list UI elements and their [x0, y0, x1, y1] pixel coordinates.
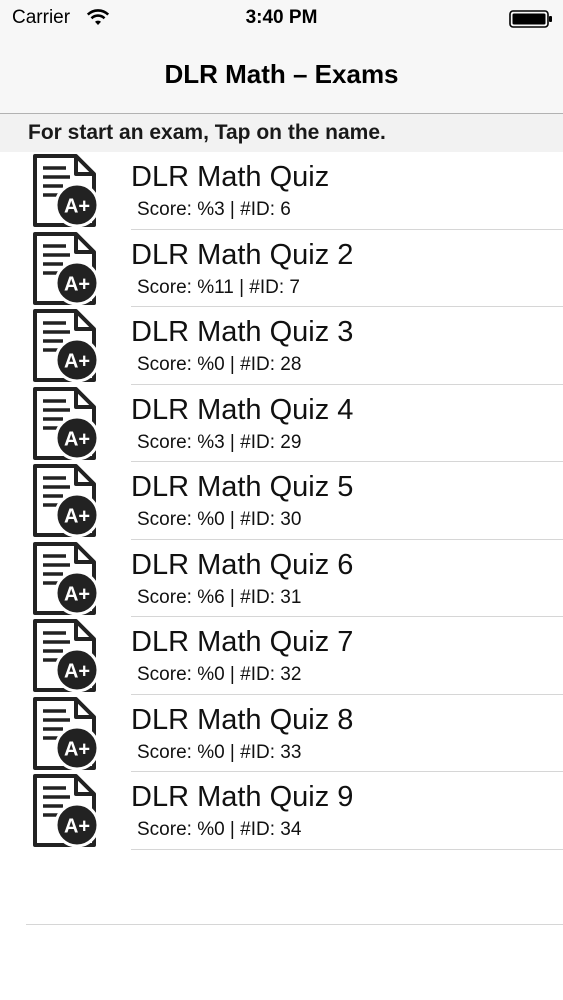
exam-name: DLR Math Quiz [131, 161, 330, 193]
exam-score-id: Score: %6 | #ID: 31 [137, 586, 302, 608]
exam-document-icon: A+ [33, 464, 100, 538]
exam-list-item[interactable]: A+ DLR Math Quiz Score: %3 | #ID: 6 [0, 152, 563, 230]
exam-name: DLR Math Quiz 7 [131, 626, 354, 658]
exam-list: A+ DLR Math Quiz Score: %3 | #ID: 6 A+ D… [0, 152, 563, 850]
battery-icon [509, 10, 552, 28]
clock-time: 3:40 PM [245, 7, 318, 28]
grade-badge-text: A+ [64, 428, 90, 450]
grade-badge-text: A+ [64, 661, 90, 683]
grade-badge-text: A+ [64, 738, 90, 760]
exam-name: DLR Math Quiz 6 [131, 548, 354, 581]
exam-document-icon: A+ [33, 154, 100, 228]
grade-badge-text: A+ [64, 196, 90, 218]
exam-document-icon: A+ [33, 309, 100, 383]
exam-document-icon: A+ [33, 619, 100, 693]
exam-list-item[interactable]: A+ DLR Math Quiz 8 Score: %0 | #ID: 33 [0, 695, 563, 772]
exam-name: DLR Math Quiz 4 [131, 393, 354, 426]
grade-badge-text: A+ [64, 273, 90, 295]
exam-list-item[interactable]: A+ DLR Math Quiz 3 Score: %0 | #ID: 28 [0, 307, 563, 385]
exam-name: DLR Math Quiz 5 [131, 471, 354, 503]
exam-score-id: Score: %3 | #ID: 6 [137, 199, 291, 220]
exam-name: DLR Math Quiz 8 [131, 703, 354, 736]
exam-score-id: Score: %0 | #ID: 34 [137, 819, 302, 840]
exam-score-id: Score: %0 | #ID: 33 [137, 741, 302, 763]
exam-list-item[interactable]: A+ DLR Math Quiz 2 Score: %11 | #ID: 7 [0, 230, 563, 307]
navigation-bar: DLR Math – Exams [0, 38, 563, 114]
grade-badge-text: A+ [64, 816, 90, 838]
exam-list-item[interactable]: A+ DLR Math Quiz 4 Score: %3 | #ID: 29 [0, 385, 563, 462]
exam-document-icon: A+ [33, 231, 100, 305]
exam-list-item[interactable]: A+ DLR Math Quiz 5 Score: %0 | #ID: 30 [0, 462, 563, 540]
exam-document-icon: A+ [33, 774, 100, 848]
exam-document-icon: A+ [33, 386, 100, 460]
grade-badge-text: A+ [64, 506, 90, 528]
exam-score-id: Score: %0 | #ID: 28 [137, 354, 302, 375]
exam-name: DLR Math Quiz 3 [131, 316, 354, 348]
exam-list-item[interactable]: A+ DLR Math Quiz 6 Score: %6 | #ID: 31 [0, 540, 563, 617]
row-separator [131, 848, 563, 850]
exam-document-icon: A+ [33, 541, 100, 615]
exam-score-id: Score: %11 | #ID: 7 [137, 276, 300, 298]
exam-score-id: Score: %0 | #ID: 30 [137, 509, 302, 530]
instruction-header: For start an exam, Tap on the name. [0, 114, 563, 152]
exam-score-id: Score: %3 | #ID: 29 [137, 431, 302, 453]
exam-name: DLR Math Quiz 9 [131, 781, 354, 813]
grade-badge-text: A+ [64, 583, 90, 605]
grade-badge-text: A+ [64, 351, 90, 373]
exam-list-item[interactable]: A+ DLR Math Quiz 7 Score: %0 | #ID: 32 [0, 617, 563, 695]
list-bottom-separator [26, 924, 563, 925]
exam-document-icon: A+ [33, 696, 100, 770]
page-title: DLR Math – Exams [164, 59, 399, 89]
exam-name: DLR Math Quiz 2 [131, 238, 354, 271]
status-bar: Carrier 3:40 PM [0, 0, 563, 38]
exam-score-id: Score: %0 | #ID: 32 [137, 664, 302, 685]
exam-list-item[interactable]: A+ DLR Math Quiz 9 Score: %0 | #ID: 34 [0, 772, 563, 850]
